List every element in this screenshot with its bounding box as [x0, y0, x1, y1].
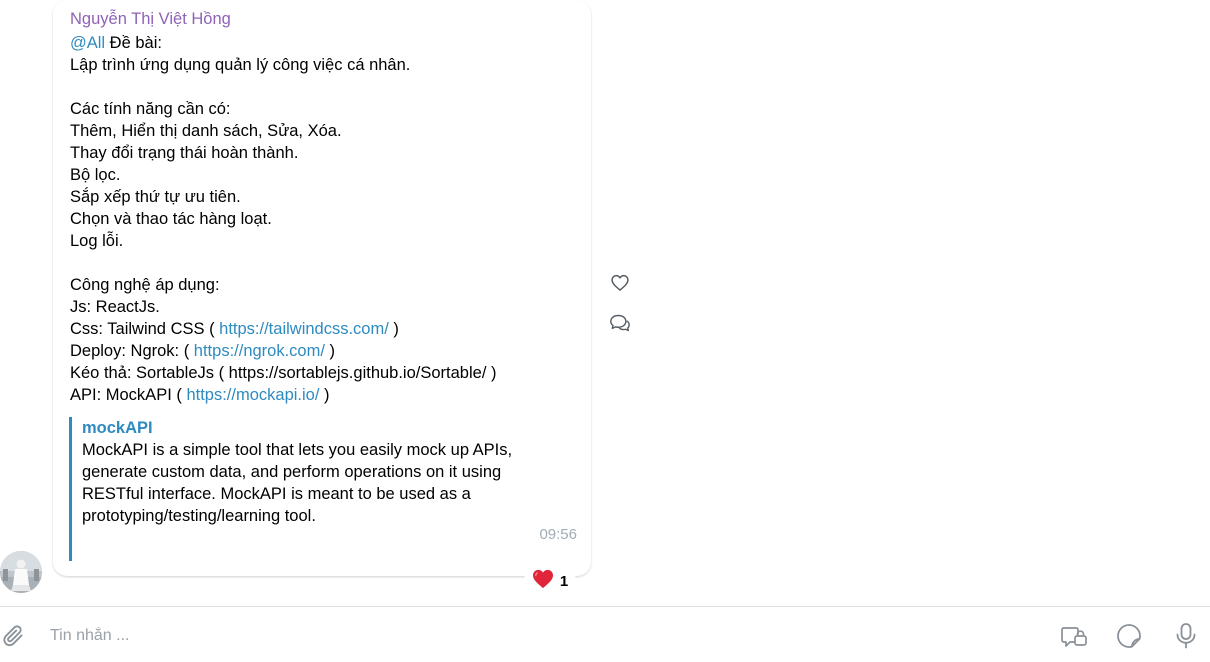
message-input[interactable]	[48, 621, 1032, 651]
preview-desc-line: MockAPI is a simple tool that lets you e…	[82, 441, 513, 459]
feature-item: Chọn và thao tác hàng loạt.	[70, 210, 272, 228]
microphone-icon[interactable]	[1172, 622, 1200, 650]
tech-api-prefix: API: MockAPI (	[70, 386, 187, 404]
ngrok-link[interactable]: https://ngrok.com/	[194, 342, 325, 360]
feature-item: Log lỗi.	[70, 232, 124, 250]
feature-item: Thay đổi trạng thái hoàn thành.	[70, 144, 299, 162]
paperclip-icon[interactable]	[0, 622, 28, 650]
mention-all[interactable]: @All	[70, 34, 105, 52]
heart-reaction-icon	[532, 569, 554, 594]
tech-css-prefix: Css: Tailwind CSS (	[70, 320, 220, 338]
link-preview[interactable]: mockAPI MockAPI is a simple tool that le…	[69, 417, 549, 561]
tech-deploy-suffix: )	[324, 342, 336, 360]
features-heading: Các tính năng cần có:	[70, 100, 231, 118]
sender-name[interactable]: Nguyễn Thị Việt Hồng	[70, 10, 231, 29]
message-text: Đề bài:	[105, 34, 162, 52]
chat-area: Nguyễn Thị Việt Hồng @All Đề bài: Lập tr…	[0, 0, 1210, 606]
link-preview-title[interactable]: mockAPI	[82, 417, 549, 439]
tech-deploy-prefix: Deploy: Ngrok: (	[70, 342, 194, 360]
preview-desc-line: generate custom data, and perform operat…	[82, 463, 502, 481]
preview-desc-line: prototyping/testing/learning tool.	[82, 507, 316, 525]
comment-icon[interactable]	[608, 311, 632, 335]
avatar[interactable]	[0, 551, 42, 593]
feature-item: Thêm, Hiển thị danh sách, Sửa, Xóa.	[70, 122, 342, 140]
feature-item: Sắp xếp thứ tự ưu tiên.	[70, 188, 241, 206]
feature-item: Bộ lọc.	[70, 166, 121, 184]
tech-css: Css: Tailwind CSS ( https://tailwindcss.…	[70, 318, 580, 340]
tech-deploy: Deploy: Ngrok: ( https://ngrok.com/ )	[70, 340, 580, 362]
message-time: 09:56	[539, 526, 577, 543]
message-composer	[0, 606, 1210, 662]
tailwind-link[interactable]: https://tailwindcss.com/	[219, 320, 389, 338]
tech-heading: Công nghệ áp dụng:	[70, 276, 220, 294]
reaction-badge[interactable]: 1	[524, 566, 576, 596]
message-body: @All Đề bài: Lập trình ứng dụng quản lý …	[70, 32, 580, 406]
tech-js: Js: ReactJs.	[70, 298, 160, 316]
tech-api: API: MockAPI ( https://mockapi.io/ )	[70, 384, 580, 406]
sticker-icon[interactable]	[1115, 622, 1143, 650]
tech-api-suffix: )	[319, 386, 330, 404]
tech-dnd: Kéo thả: SortableJs ( https://sortablejs…	[70, 364, 497, 382]
message-line: Lập trình ứng dụng quản lý công việc cá …	[70, 56, 411, 74]
link-preview-description: MockAPI is a simple tool that lets you e…	[82, 439, 552, 527]
reaction-count: 1	[559, 572, 569, 590]
message-bubble[interactable]: Nguyễn Thị Việt Hồng @All Đề bài: Lập tr…	[53, 0, 591, 576]
mockapi-link[interactable]: https://mockapi.io/	[186, 386, 319, 404]
message-line: @All Đề bài:	[70, 32, 580, 54]
heart-icon[interactable]	[608, 271, 632, 295]
tech-css-suffix: )	[388, 320, 399, 338]
quick-message-icon[interactable]	[1060, 622, 1088, 650]
preview-desc-line: RESTful interface. MockAPI is meant to b…	[82, 485, 471, 503]
